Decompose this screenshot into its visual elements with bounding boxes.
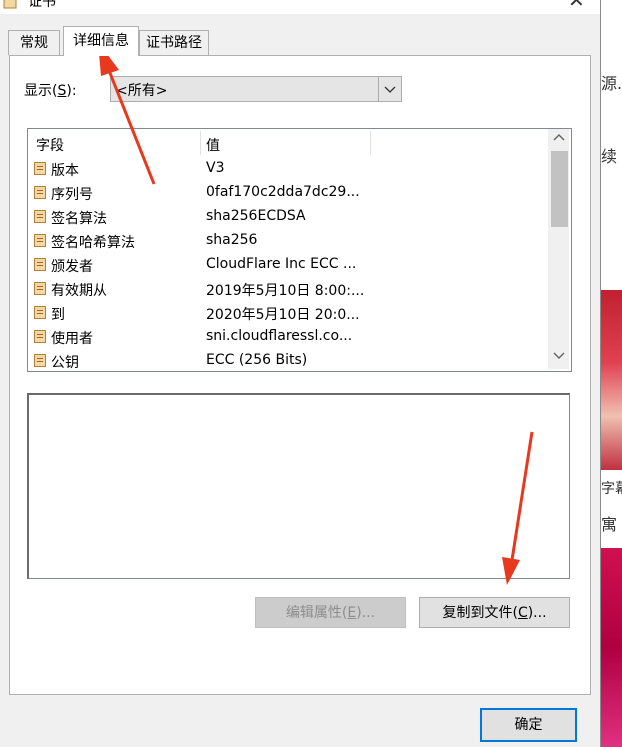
field-name: 版本 <box>51 163 79 179</box>
column-header-value[interactable]: 值 <box>206 135 220 155</box>
title-bar <box>0 0 600 14</box>
field-name: 签名哈希算法 <box>51 235 135 251</box>
scroll-up-icon[interactable] <box>550 131 568 146</box>
list-item[interactable]: 到 2020年5月10日 20:0... <box>30 301 548 325</box>
field-name: 公钥 <box>51 355 79 371</box>
field-value: CloudFlare Inc ECC ... <box>206 256 357 272</box>
field-icon <box>34 282 46 295</box>
field-value: sni.cloudflaressl.co... <box>206 328 353 344</box>
list-item[interactable]: 序列号 0faf170c2dda7dc29... <box>30 181 548 205</box>
scroll-down-icon[interactable] <box>550 350 568 365</box>
background-image <box>601 290 622 470</box>
list-item[interactable]: 有效期从 2019年5月10日 8:00:... <box>30 277 548 301</box>
field-icon <box>34 210 46 223</box>
background-text: 字幕 <box>601 481 622 497</box>
list-item[interactable]: 颁发者 CloudFlare Inc ECC ... <box>30 253 548 277</box>
tab-details[interactable]: 详细信息 <box>63 26 139 56</box>
background-text: 续 <box>601 147 618 166</box>
list-item[interactable]: 签名算法 sha256ECDSA <box>30 205 548 229</box>
field-name: 到 <box>51 307 65 323</box>
field-detail-box[interactable] <box>27 393 570 579</box>
show-select-value: <所有> <box>116 83 168 99</box>
field-value: ECC (256 Bits) <box>206 352 308 368</box>
field-icon <box>34 234 46 247</box>
background-text: 源. <box>601 74 622 93</box>
background-image <box>601 548 622 747</box>
scrollbar-thumb[interactable] <box>551 151 568 227</box>
field-name: 有效期从 <box>51 283 107 299</box>
field-value: V3 <box>206 160 225 176</box>
field-icon <box>34 330 46 343</box>
field-value: 0faf170c2dda7dc29... <box>206 184 360 200</box>
column-divider <box>200 131 201 155</box>
field-value: sha256 <box>206 232 258 248</box>
list-item[interactable]: 公钥 ECC (256 Bits) <box>30 349 548 373</box>
background-text: 寓 <box>601 515 618 534</box>
window-title: 证书 <box>28 0 56 10</box>
show-label: 显示(S): <box>24 83 77 99</box>
list-item[interactable]: 版本 V3 <box>30 157 548 181</box>
field-icon <box>34 258 46 271</box>
copy-to-file-button[interactable]: 复制到文件(C)... <box>419 597 570 628</box>
column-header-field[interactable]: 字段 <box>36 135 64 155</box>
list-item[interactable]: 签名哈希算法 sha256 <box>30 229 548 253</box>
chevron-down-icon[interactable] <box>378 77 401 101</box>
field-icon <box>34 186 46 199</box>
field-name: 颁发者 <box>51 259 93 275</box>
tab-certification-path[interactable]: 证书路径 <box>139 30 209 55</box>
list-item[interactable]: 使用者 sni.cloudflaressl.co... <box>30 325 548 349</box>
field-value: 2019年5月10日 8:00:... <box>206 283 365 299</box>
certificate-icon <box>3 0 17 9</box>
field-name: 序列号 <box>51 187 93 203</box>
column-divider <box>370 131 371 155</box>
field-name: 使用者 <box>51 331 93 347</box>
field-icon <box>34 306 46 319</box>
field-value: 2020年5月10日 20:0... <box>206 307 360 323</box>
field-value: sha256ECDSA <box>206 208 306 224</box>
close-icon[interactable]: ✕ <box>568 0 585 12</box>
edit-properties-button[interactable]: 编辑属性(E)... <box>255 597 406 628</box>
field-icon <box>34 354 46 367</box>
tab-general[interactable]: 常规 <box>8 30 60 55</box>
ok-button[interactable]: 确定 <box>480 708 577 742</box>
field-icon <box>34 162 46 175</box>
field-name: 签名算法 <box>51 211 107 227</box>
